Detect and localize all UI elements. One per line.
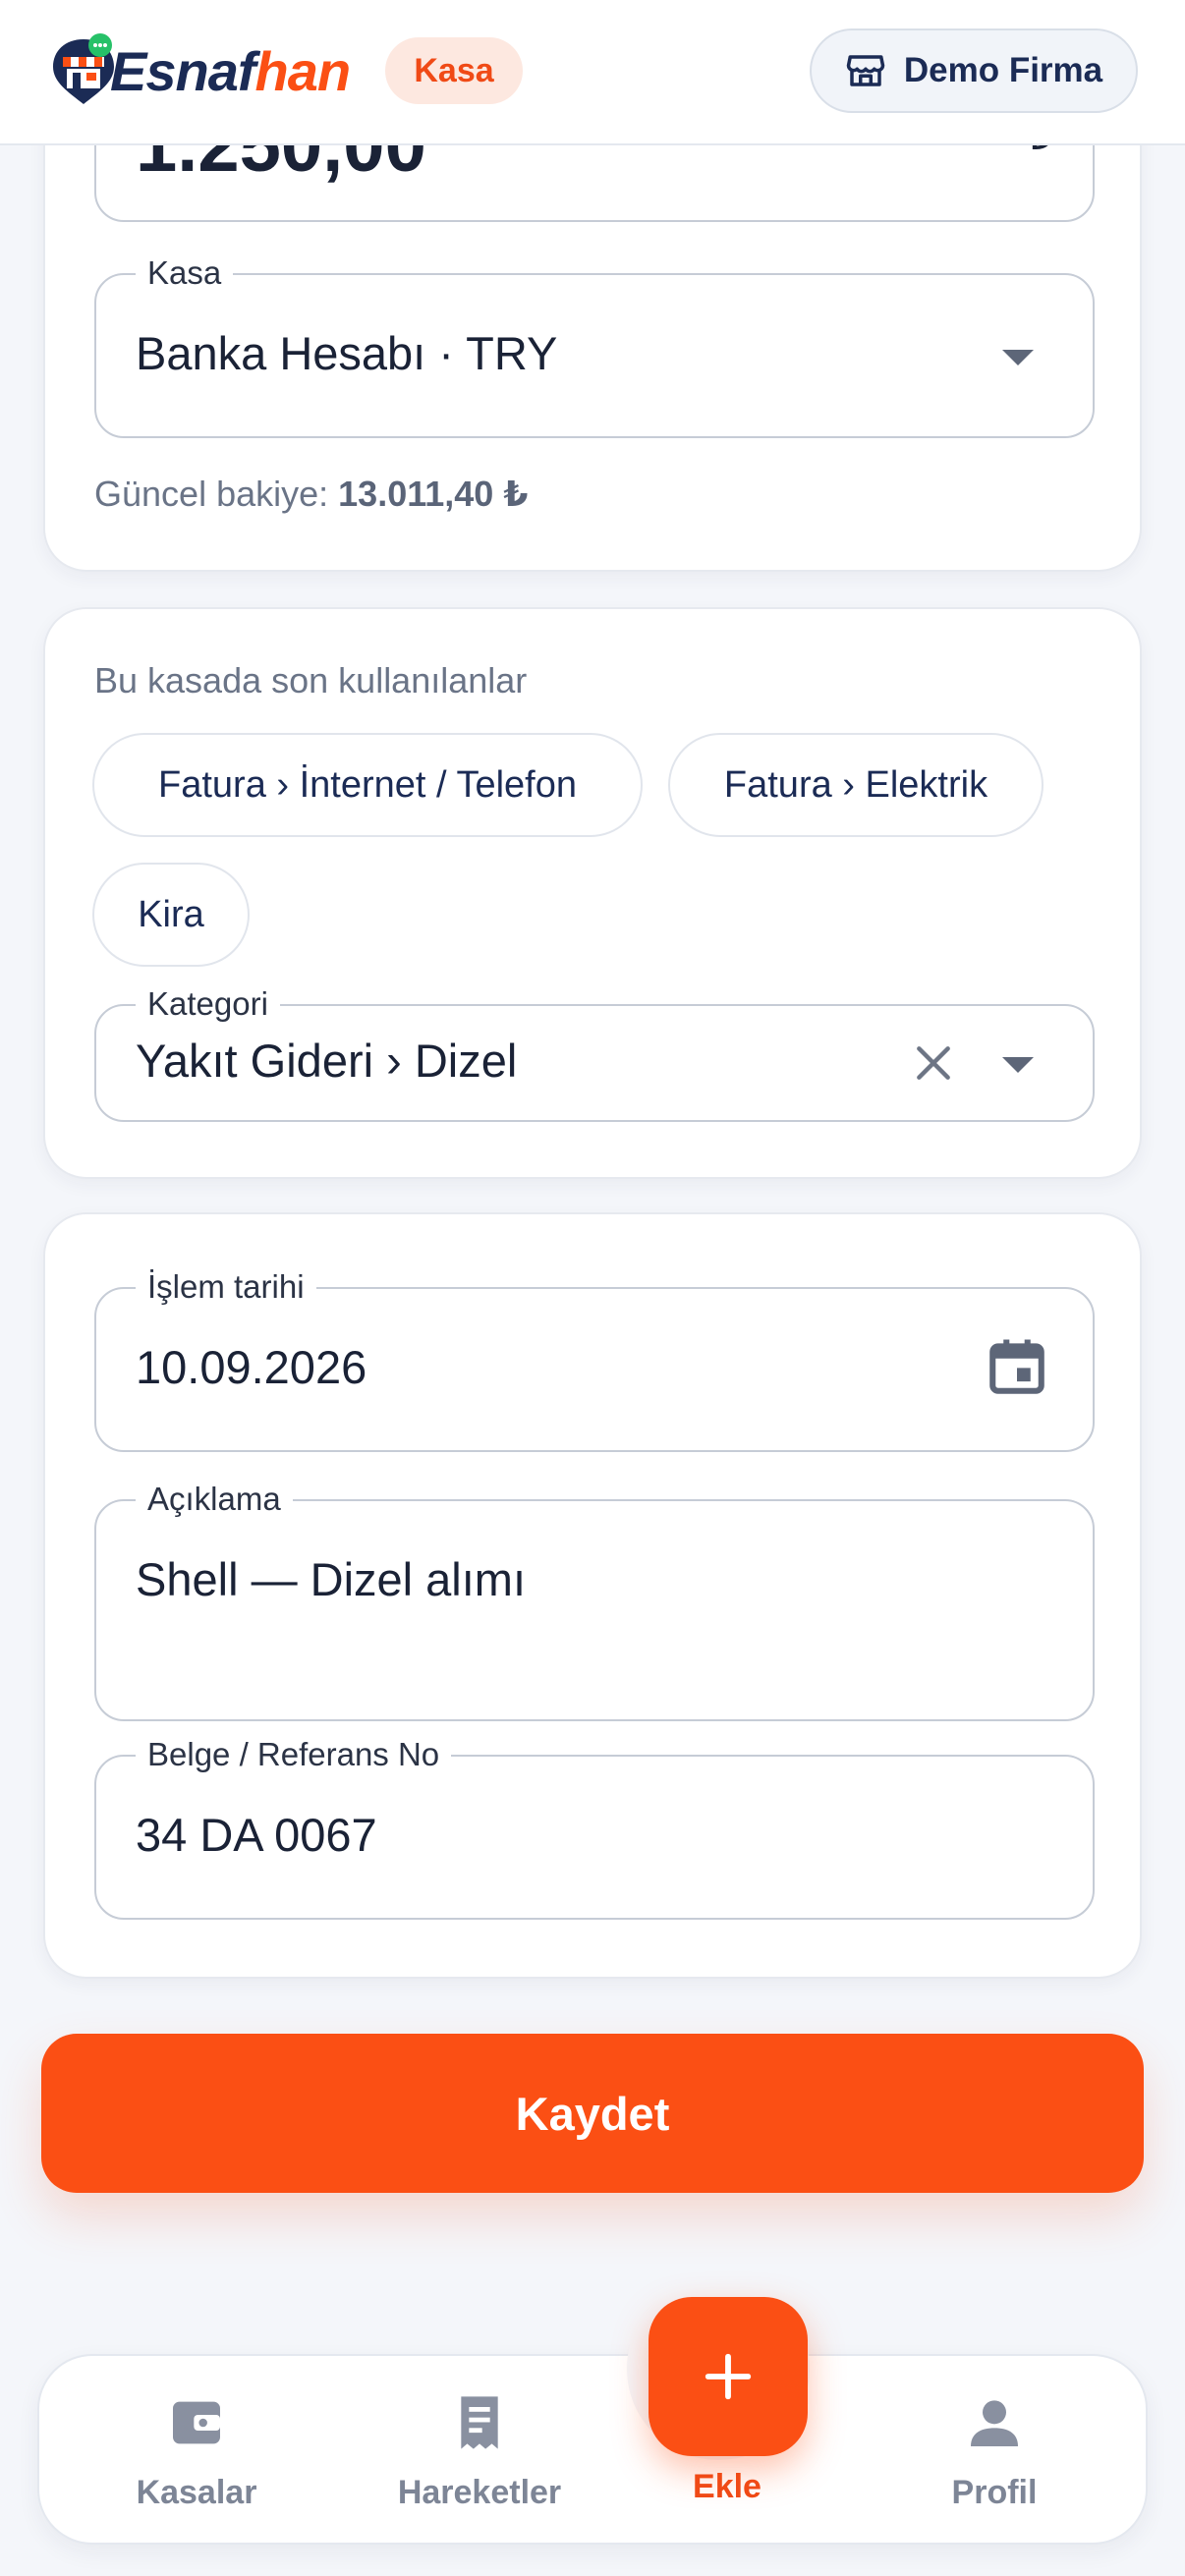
- kasa-selected-value: Banka Hesabı · TRY: [136, 327, 558, 379]
- recent-chip-elektrik[interactable]: Fatura › Elektrik: [668, 733, 1044, 837]
- nav-hareketler[interactable]: Hareketler: [352, 2391, 607, 2529]
- wallet-icon: [173, 2401, 220, 2444]
- kasa-label: Kasa: [136, 253, 234, 293]
- module-badge: Kasa: [385, 37, 523, 104]
- islem-tarihi-value: 10.09.2026: [136, 1341, 367, 1393]
- plus-icon: [705, 2353, 752, 2400]
- shop-logo-icon: [53, 33, 114, 104]
- islem-tarihi-label: İşlem tarihi: [136, 1267, 316, 1307]
- belge-referans-label: Belge / Referans No: [136, 1735, 452, 1774]
- kategori-select[interactable]: Kategori Yakıt Gideri › Dizel: [94, 984, 1095, 1122]
- brand-part-1: Esnaf: [110, 40, 255, 102]
- dropdown-caret-icon: [1002, 1057, 1034, 1073]
- nav-profil-label: Profil: [951, 2474, 1038, 2511]
- aciklama-field[interactable]: Açıklama Shell — Dizel alımı: [94, 1480, 1095, 1721]
- dropdown-caret-icon: [1002, 350, 1034, 365]
- kasa-select[interactable]: Kasa Banka Hesabı · TRY: [94, 253, 1095, 438]
- balance-value: 13.011,40 ₺: [338, 474, 529, 514]
- brand-part-2: han: [254, 40, 352, 102]
- person-icon: [971, 2400, 1018, 2446]
- calendar-icon[interactable]: [985, 1334, 1049, 1399]
- balance-label: Güncel bakiye:: [94, 474, 329, 514]
- save-button[interactable]: Kaydet: [41, 2034, 1144, 2193]
- nav-profil[interactable]: Profil: [886, 2391, 1102, 2529]
- company-selector-button[interactable]: Demo Firma: [810, 28, 1138, 113]
- nav-kasalar-label: Kasalar: [136, 2474, 257, 2511]
- details-card: İşlem tarihi 10.09.2026 Açıklama Shell —…: [43, 1212, 1142, 1979]
- aciklama-label: Açıklama: [136, 1480, 293, 1519]
- receipt-icon: [461, 2396, 498, 2449]
- add-button[interactable]: [649, 2297, 808, 2456]
- company-name: Demo Firma: [903, 51, 1103, 89]
- nav-ekle-label: Ekle: [693, 2468, 762, 2505]
- belge-referans-field[interactable]: Belge / Referans No 34 DA 0067: [94, 1735, 1095, 1920]
- kategori-selected-value: Yakıt Gideri › Dizel: [136, 1035, 518, 1087]
- category-card: Bu kasada son kullanılanlar Fatura › İnt…: [43, 607, 1142, 1179]
- aciklama-value: Shell — Dizel alımı: [136, 1553, 526, 1605]
- nav-kasalar[interactable]: Kasalar: [88, 2391, 305, 2529]
- islem-tarihi-field[interactable]: İşlem tarihi 10.09.2026: [94, 1267, 1095, 1452]
- belge-referans-value: 34 DA 0067: [136, 1809, 377, 1861]
- recent-title: Bu kasada son kullanılanlar: [94, 660, 528, 700]
- recent-chip-internet-telefon[interactable]: Fatura › İnternet / Telefon: [92, 733, 643, 837]
- nav-hareketler-label: Hareketler: [397, 2474, 562, 2511]
- bottom-navigation: Kasalar Hareketler Profil: [37, 2354, 1148, 2545]
- clear-icon[interactable]: [912, 1041, 955, 1085]
- current-balance: Güncel bakiye: 13.011,40 ₺: [94, 474, 528, 515]
- recent-chip-kira[interactable]: Kira: [92, 863, 250, 967]
- top-bar: Esnafhan Kasa Demo Firma: [0, 0, 1185, 145]
- store-icon: [846, 55, 885, 86]
- brand-name: Esnafhan: [110, 37, 352, 106]
- kategori-label: Kategori: [136, 984, 280, 1024]
